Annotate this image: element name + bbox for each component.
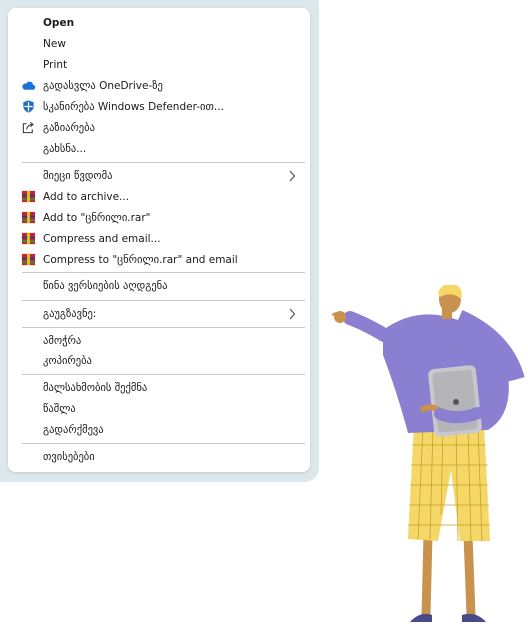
- menu-item-label: ამოჭრა: [43, 334, 82, 347]
- menu-separator: [22, 327, 305, 328]
- menu-item-send-to[interactable]: გაუგზავნე:: [8, 303, 310, 324]
- winrar-icon: [21, 253, 36, 266]
- menu-item-restore-previous[interactable]: წინა ვერსიების აღდგენა: [8, 275, 310, 296]
- menu-separator: [22, 374, 305, 375]
- menu-item-label: Compress to "ცნრილი.rar" and email: [43, 253, 238, 266]
- menu-item-label: Open: [43, 16, 75, 29]
- menu-item-label: გაზიარება: [43, 121, 95, 134]
- menu-item-label: წინა ვერსიების აღდგენა: [43, 279, 168, 292]
- menu-item-label: New: [43, 37, 66, 50]
- menu-item-label: კოპირება: [43, 354, 92, 367]
- menu-separator: [22, 272, 305, 273]
- menu-item-label: გადასვლა OneDrive-ზე: [43, 79, 163, 92]
- menu-item-label: გადარქმევა: [43, 423, 104, 436]
- menu-item-open[interactable]: Open: [8, 12, 310, 33]
- context-menu: Open New Print გადასვლა OneDrive-ზე სკან…: [8, 8, 310, 472]
- menu-item-open-with[interactable]: გახსნა...: [8, 138, 310, 159]
- winrar-icon: [21, 232, 36, 245]
- menu-item-share[interactable]: გაზიარება: [8, 117, 310, 138]
- menu-item-label: Add to "ცნრილი.rar": [43, 211, 151, 224]
- context-menu-frame: Open New Print გადასვლა OneDrive-ზე სკან…: [0, 0, 319, 482]
- menu-item-label: მალსახმობის შექმნა: [43, 381, 148, 394]
- menu-item-label: წაშლა: [43, 402, 76, 415]
- menu-item-cut[interactable]: ამოჭრა: [8, 330, 310, 351]
- menu-item-delete[interactable]: წაშლა: [8, 398, 310, 419]
- chevron-right-icon: [289, 170, 296, 182]
- menu-separator: [22, 300, 305, 301]
- menu-item-rename[interactable]: გადარქმევა: [8, 419, 310, 440]
- cloud-icon: [22, 81, 36, 90]
- menu-item-add-to-archive[interactable]: Add to archive...: [8, 186, 310, 207]
- menu-item-give-access[interactable]: მიეცი წვდომა: [8, 165, 310, 186]
- menu-item-new[interactable]: New: [8, 33, 310, 54]
- menu-item-label: თვისებები: [43, 450, 95, 463]
- menu-item-onedrive[interactable]: გადასვლა OneDrive-ზე: [8, 75, 310, 96]
- menu-item-compress-rar-email[interactable]: Compress to "ცნრილი.rar" and email: [8, 249, 310, 270]
- menu-item-label: გაუგზავნე:: [43, 307, 97, 320]
- menu-item-label: მიეცი წვდომა: [43, 169, 113, 182]
- menu-item-properties[interactable]: თვისებები: [8, 446, 310, 467]
- menu-item-label: გახსნა...: [43, 142, 87, 155]
- menu-item-print[interactable]: Print: [8, 54, 310, 75]
- person-with-tablet-illustration: [331, 285, 525, 622]
- menu-item-defender-scan[interactable]: სკანირება Windows Defender-ით...: [8, 96, 310, 117]
- winrar-icon: [21, 211, 36, 224]
- menu-separator: [22, 162, 305, 163]
- menu-item-copy[interactable]: კოპირება: [8, 350, 310, 371]
- chevron-right-icon: [289, 308, 296, 320]
- share-icon: [22, 121, 34, 134]
- menu-item-add-to-rar[interactable]: Add to "ცნრილი.rar": [8, 207, 310, 228]
- winrar-icon: [21, 190, 36, 203]
- menu-item-label: Compress and email...: [43, 232, 161, 245]
- menu-item-compress-email[interactable]: Compress and email...: [8, 228, 310, 249]
- menu-item-label: Print: [43, 58, 68, 71]
- menu-item-label: Add to archive...: [43, 190, 130, 203]
- menu-item-label: სკანირება Windows Defender-ით...: [43, 100, 224, 113]
- shield-icon: [23, 100, 34, 113]
- menu-separator: [22, 443, 305, 444]
- menu-item-create-shortcut[interactable]: მალსახმობის შექმნა: [8, 377, 310, 398]
